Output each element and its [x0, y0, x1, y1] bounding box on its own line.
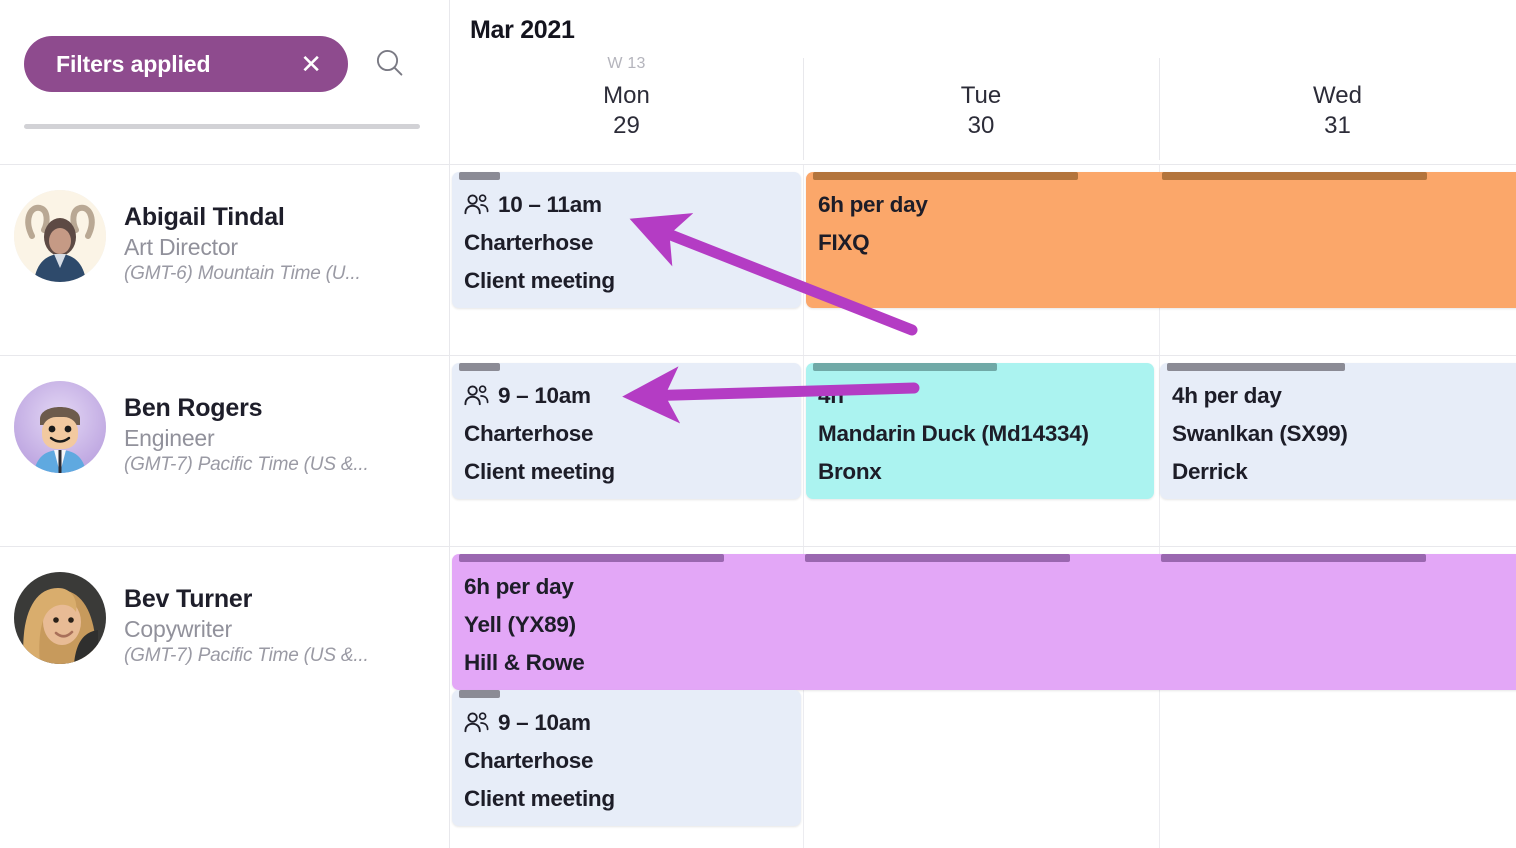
week-number-label — [1159, 56, 1516, 72]
people-icon — [464, 385, 489, 406]
event-card[interactable]: 9 – 10am Charterhose Client meeting — [452, 690, 801, 826]
week-number-label: W 13 — [607, 55, 646, 72]
person-role: Copywriter — [124, 616, 232, 642]
event-project-label: FIXQ — [818, 229, 870, 255]
event-accent-bar — [459, 690, 500, 698]
person-info: Bev Turner Copywriter (GMT-7) Pacific Ti… — [124, 572, 369, 669]
event-project-label: Charterhose — [464, 229, 594, 255]
event-hours-label: 6h per day — [464, 574, 574, 599]
sidebar-divider — [0, 164, 450, 165]
day-number-label: 31 — [1324, 112, 1351, 140]
event-project-label: Swanlkan (SX99) — [1172, 420, 1348, 446]
column-divider — [1159, 58, 1160, 160]
person-name: Bev Turner — [124, 585, 253, 613]
filter-toolbar: Filters applied ✕ — [24, 36, 410, 92]
event-time-label: 9 – 10am — [498, 383, 591, 408]
event-time-row: 9 – 10am — [464, 704, 789, 742]
day-header-tue[interactable]: Tue 30 — [803, 56, 1159, 160]
event-hours-label: 4h — [818, 383, 844, 408]
event-accent-bar — [813, 172, 1078, 180]
day-name-label: Wed — [1313, 82, 1362, 109]
filters-applied-chip[interactable]: Filters applied ✕ — [24, 36, 348, 92]
scheduling-calendar-app: Filters applied ✕ Abigail Tindal Art Dir… — [0, 0, 1516, 848]
event-project-label: Charterhose — [464, 420, 594, 446]
event-accent-bar — [813, 363, 997, 371]
event-time-label: 10 – 11am — [498, 192, 602, 217]
person-row-abigail-tindal[interactable]: Abigail Tindal Art Director (GMT-6) Moun… — [0, 190, 450, 287]
week-number-label — [803, 56, 1159, 72]
people-sidebar: Filters applied ✕ Abigail Tindal Art Dir… — [0, 0, 450, 848]
event-title-label: Hill & Rowe — [464, 649, 585, 675]
row-divider — [450, 164, 1516, 165]
calendar-grid: Mar 2021 W 13 Mon 29 Tue 30 Wed 31 10 – … — [450, 0, 1516, 848]
column-divider — [803, 58, 804, 160]
column-divider — [803, 165, 804, 848]
avatar — [14, 190, 106, 282]
person-info: Abigail Tindal Art Director (GMT-6) Moun… — [124, 190, 361, 287]
avatar — [14, 381, 106, 473]
sidebar-divider — [0, 355, 450, 356]
day-name-label: Tue — [960, 82, 1002, 109]
person-name: Ben Rogers — [124, 394, 263, 422]
day-header-wed[interactable]: Wed 31 — [1159, 56, 1516, 160]
event-accent-bar — [459, 554, 724, 562]
event-accent-bar — [805, 554, 1070, 562]
event-card[interactable]: 4h Mandarin Duck (Md14334) Bronx — [806, 363, 1154, 499]
event-title-label: Derrick — [1172, 458, 1248, 484]
event-card[interactable]: 10 – 11am Charterhose Client meeting — [452, 172, 801, 308]
person-role: Art Director — [124, 234, 238, 260]
row-divider — [450, 355, 1516, 356]
event-accent-bar — [1162, 172, 1427, 180]
event-card[interactable]: 4h per day Swanlkan (SX99) Derrick — [1160, 363, 1516, 499]
event-project-label: Yell (YX89) — [464, 611, 576, 637]
person-row-bev-turner[interactable]: Bev Turner Copywriter (GMT-7) Pacific Ti… — [0, 572, 450, 669]
people-icon — [464, 712, 489, 733]
day-number-label: 29 — [613, 112, 640, 140]
zoom-slider[interactable] — [24, 124, 420, 129]
event-title-label: Client meeting — [464, 785, 615, 811]
day-header-mon[interactable]: W 13 Mon 29 — [450, 56, 803, 160]
row-divider — [450, 546, 1516, 547]
close-icon[interactable]: ✕ — [300, 51, 322, 77]
person-timezone: (GMT-6) Mountain Time (U... — [124, 263, 361, 285]
person-timezone: (GMT-7) Pacific Time (US &... — [124, 645, 369, 667]
sidebar-divider — [0, 546, 450, 547]
event-accent-bar — [459, 363, 500, 371]
event-project-label: Mandarin Duck (Md14334) — [818, 420, 1089, 446]
person-info: Ben Rogers Engineer (GMT-7) Pacific Time… — [124, 381, 369, 478]
calendar-month-label: Mar 2021 — [470, 16, 575, 44]
event-card[interactable]: 6h per day Yell (YX89) Hill & Rowe — [452, 554, 1516, 690]
event-card[interactable]: 6h per day FIXQ — [806, 172, 1516, 308]
day-number-label: 30 — [967, 112, 995, 140]
event-title-label: Bronx — [818, 458, 882, 484]
filters-applied-label: Filters applied — [56, 50, 211, 77]
event-time-label: 9 – 10am — [498, 710, 591, 735]
event-hours-label: 4h per day — [1172, 383, 1282, 408]
event-card[interactable]: 9 – 10am Charterhose Client meeting — [452, 363, 801, 499]
event-accent-bar — [459, 172, 500, 180]
event-accent-bar — [1167, 363, 1345, 371]
event-title-label: Client meeting — [464, 267, 615, 293]
event-title-label: Client meeting — [464, 458, 615, 484]
event-accent-bar — [1161, 554, 1426, 562]
event-time-row: 9 – 10am — [464, 377, 789, 415]
person-role: Engineer — [124, 425, 215, 451]
day-name-label: Mon — [603, 82, 650, 109]
event-hours-label: 6h per day — [818, 192, 928, 217]
search-icon[interactable] — [370, 44, 410, 84]
person-row-ben-rogers[interactable]: Ben Rogers Engineer (GMT-7) Pacific Time… — [0, 381, 450, 478]
event-project-label: Charterhose — [464, 747, 594, 773]
people-icon — [464, 194, 489, 215]
event-time-row: 10 – 11am — [464, 186, 789, 224]
person-name: Abigail Tindal — [124, 203, 285, 231]
avatar — [14, 572, 106, 664]
person-timezone: (GMT-7) Pacific Time (US &... — [124, 454, 369, 476]
